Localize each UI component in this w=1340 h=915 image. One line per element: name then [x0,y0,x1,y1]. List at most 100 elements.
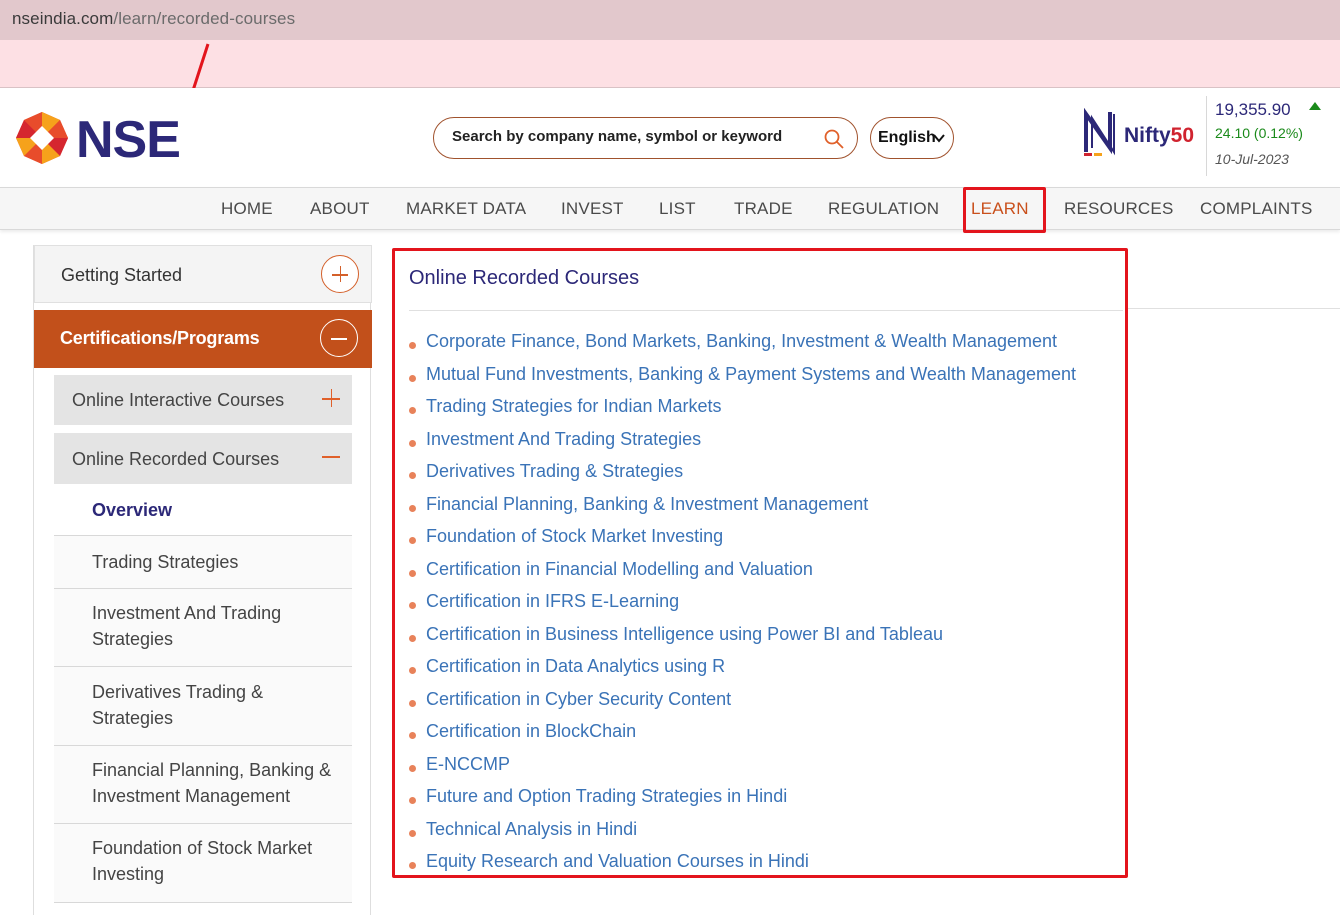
list-item: Certification in Business Intelligence u… [409,624,1109,657]
list-item: E-NCCMP [409,754,1109,787]
course-link[interactable]: Investment And Trading Strategies [426,429,701,450]
course-link[interactable]: Certification in BlockChain [426,721,636,742]
search-icon[interactable] [823,128,845,150]
bullet-icon [409,634,416,642]
sidebar-item-online-interactive[interactable]: Online Interactive Courses [54,375,352,425]
sidebar-item-certifications[interactable]: Certifications/Programs [34,310,372,368]
bullet-icon [409,374,416,382]
nav-item-list[interactable]: LIST [659,199,696,219]
bullet-icon [409,797,416,804]
list-item: Corporate Finance, Bond Markets, Banking… [409,331,1109,364]
list-item: Foundation of Stock Market Investing [409,526,1109,559]
sidebar-item-financial-planning[interactable]: Financial Planning, Banking & Investment… [54,746,352,824]
nav-item-regulation[interactable]: REGULATION [828,199,939,219]
sidebar-item-label: Online Interactive Courses [72,390,285,410]
list-item: Future and Option Trading Strategies in … [409,786,1109,819]
list-item: Mutual Fund Investments, Banking & Payme… [409,364,1109,397]
nav-item-complaints[interactable]: COMPLAINTS [1200,199,1313,219]
course-link[interactable]: Certification in Financial Modelling and… [426,559,813,580]
list-item: Certification in Cyber Security Content [409,689,1109,722]
course-link[interactable]: Foundation of Stock Market Investing [426,526,723,547]
sidebar-item-investment-trading[interactable]: Investment And Trading Strategies [54,589,352,667]
course-link[interactable]: Mutual Fund Investments, Banking & Payme… [426,364,1076,385]
course-link[interactable]: Financial Planning, Banking & Investment… [426,494,868,515]
minus-icon[interactable] [322,446,342,466]
sidebar-item-label: Foundation of Stock Market Investing [92,838,313,884]
divider [1128,308,1340,309]
arrow-up-icon [1309,102,1321,110]
course-link[interactable]: Certification in Business Intelligence u… [426,624,943,645]
learn-highlight-box [963,187,1046,233]
bullet-icon [409,667,416,674]
nse-logo[interactable]: NSE [14,110,184,170]
plus-circle-icon[interactable] [321,255,359,293]
sidebar-item-label: Overview [92,500,173,520]
bullet-icon [409,439,416,447]
sidebar-item-getting-started[interactable]: Getting Started [34,245,372,303]
nav-item-about[interactable]: ABOUT [310,199,370,219]
nav-item-home[interactable]: HOME [221,199,273,219]
search-box[interactable] [433,117,858,159]
list-item: Technical Analysis in Hindi [409,819,1109,852]
course-link[interactable]: Equity Research and Valuation Courses in… [426,851,809,872]
url-text[interactable]: nseindia.com/learn/recorded-courses [12,9,295,29]
sidebar-item-label: Certifications/Programs [60,328,260,348]
course-link[interactable]: Certification in Data Analytics using R [426,656,725,677]
bullet-icon [409,862,416,869]
sidebar-item-online-recorded[interactable]: Online Recorded Courses [54,433,352,484]
bullet-icon [409,569,416,577]
course-link[interactable]: E-NCCMP [426,754,510,775]
course-link[interactable]: Certification in Cyber Security Content [426,689,731,710]
nifty50-logo[interactable]: Nifty50 [1082,108,1202,158]
bullet-icon [409,472,416,479]
course-link[interactable]: Derivatives Trading & Strategies [426,461,683,482]
sidebar-item-label: Derivatives Trading & Strategies [92,682,264,728]
list-item: Certification in Data Analytics using R [409,656,1109,689]
bullet-icon [409,504,416,512]
nav-item-market-data[interactable]: MARKET DATA [406,199,526,219]
nav-item-invest[interactable]: INVEST [561,199,624,219]
sidebar-item-foundation[interactable]: Foundation of Stock Market Investing [54,824,352,903]
nifty-mark-icon [1084,108,1115,156]
sidebar-item-derivatives[interactable]: Derivatives Trading & Strategies [54,667,352,746]
course-link[interactable]: Future and Option Trading Strategies in … [426,786,787,807]
plus-icon[interactable] [322,388,342,408]
search-input[interactable] [452,128,812,145]
bullet-icon [409,602,416,609]
bullet-icon [409,829,416,837]
language-value: English [878,129,936,146]
index-change: 24.10 (0.12%) [1215,125,1303,141]
nav-item-resources[interactable]: RESOURCES [1064,199,1174,219]
page-title: Online Recorded Courses [409,267,640,289]
list-item: Certification in Financial Modelling and… [409,559,1109,592]
courses-panel: Online Recorded Courses Corporate Financ… [392,248,1128,878]
course-link[interactable]: Trading Strategies for Indian Markets [426,396,721,417]
nse-logo-icon [16,112,68,164]
bullet-icon [409,764,416,772]
course-list: Corporate Finance, Bond Markets, Banking… [409,331,1109,884]
bullet-icon [409,407,416,414]
course-link[interactable]: Certification in IFRS E-Learning [426,591,679,612]
browser-url-bar[interactable]: nseindia.com/learn/recorded-courses [0,0,1340,40]
logo-text: NSE [76,111,181,169]
sidebar-item-label: Online Recorded Courses [72,449,280,469]
sidebar-item-label: Trading Strategies [92,552,239,572]
index-price: 19,355.90 [1215,100,1291,119]
language-select[interactable]: English [870,117,954,159]
sidebar-item-trading-strategies[interactable]: Trading Strategies [54,536,352,589]
index-quote[interactable]: 19,355.90 24.10 (0.12%) 10-Jul-2023 [1206,96,1330,176]
sidebar-item-overview[interactable]: Overview [54,484,352,536]
index-date: 10-Jul-2023 [1215,151,1289,167]
minus-circle-icon[interactable] [320,319,358,357]
bullet-icon [409,732,416,739]
course-link[interactable]: Technical Analysis in Hindi [426,819,637,840]
main-nav: HOME ABOUT MARKET DATA INVEST LIST TRADE… [0,187,1340,233]
course-link[interactable]: Corporate Finance, Bond Markets, Banking… [426,331,1057,352]
chevron-down-icon [933,134,945,143]
bullet-icon [409,699,416,707]
list-item: Equity Research and Valuation Courses in… [409,851,1109,884]
bullet-icon [409,537,416,544]
nav-item-trade[interactable]: TRADE [734,199,793,219]
bullet-icon [409,342,416,349]
list-item: Financial Planning, Banking & Investment… [409,494,1109,527]
